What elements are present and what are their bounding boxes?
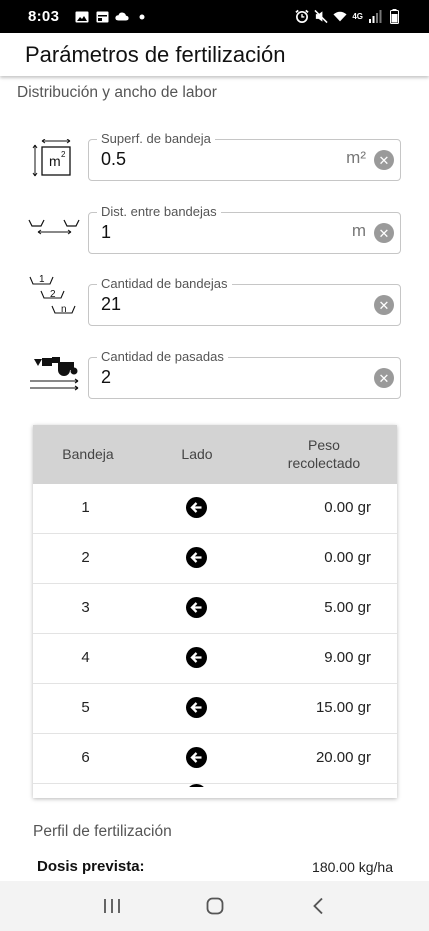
tray-distance-unit: m: [351, 221, 366, 240]
trays-table: Bandeja Lado Peso recolectado 1 0.00 gr …: [33, 425, 397, 798]
left-arrow-icon[interactable]: [186, 547, 207, 568]
table-header: Bandeja Lado Peso recolectado: [33, 425, 397, 484]
passes-label: Cantidad de pasadas: [97, 349, 228, 365]
tray-area-icon: m 2: [28, 138, 82, 181]
row-peso[interactable]: 9.00 gr: [324, 649, 371, 666]
calendar-icon: [95, 10, 109, 24]
network-type-label: 4G: [352, 12, 363, 21]
tray-area-unit: m²: [346, 148, 366, 167]
tractor-passes-icon: [28, 357, 82, 399]
row-peso[interactable]: 0.00 gr: [324, 499, 371, 516]
left-arrow-icon[interactable]: [186, 747, 207, 768]
clear-tray-area-button[interactable]: ✕: [374, 150, 394, 170]
left-arrow-icon: [186, 784, 207, 787]
battery-icon: [387, 9, 401, 24]
wifi-icon: [333, 10, 347, 24]
row-peso[interactable]: 15.00 gr: [316, 699, 371, 716]
table-row[interactable]: 2 0.00 gr: [33, 534, 397, 584]
row-bandeja: 6: [81, 749, 90, 766]
row-bandeja: 5: [81, 699, 90, 716]
gallery-icon: [75, 10, 89, 24]
row-bandeja: 3: [81, 599, 90, 616]
cloud-icon: [115, 10, 129, 24]
status-time: 8:03: [28, 8, 60, 25]
section-title: Distribución y ancho de labor: [17, 84, 217, 101]
tray-count-field[interactable]: Cantidad de bandejas 21 ✕: [88, 276, 401, 326]
signal-icon: [368, 10, 382, 24]
tray-area-icon-text: m: [49, 153, 61, 169]
passes-value[interactable]: 2: [101, 367, 111, 388]
row-bandeja: 1: [81, 499, 90, 516]
tray-count-label: Cantidad de bandejas: [97, 276, 232, 292]
table-row[interactable]: 4 9.00 gr: [33, 634, 397, 684]
back-icon[interactable]: [306, 894, 330, 918]
row-bandeja: 2: [81, 549, 90, 566]
tray-count-icon: 1 2 n: [28, 272, 82, 328]
table-row[interactable]: 3 5.00 gr: [33, 584, 397, 634]
tray-count-label-1: 1: [39, 274, 45, 285]
row-peso[interactable]: 0.00 gr: [324, 549, 371, 566]
system-nav-bar: [0, 881, 429, 931]
header-bandeja: Bandeja: [62, 446, 114, 462]
table-row[interactable]: 6 20.00 gr: [33, 734, 397, 784]
row-peso[interactable]: 20.00 gr: [316, 749, 371, 766]
field-row-tray-count: 1 2 n Cantidad de bandejas 21 ✕: [28, 274, 401, 326]
header-lado: Lado: [181, 446, 213, 462]
tray-count-label-n: n: [61, 304, 67, 315]
dose-label: Dosis prevista:: [37, 858, 145, 875]
home-icon[interactable]: [203, 894, 227, 918]
table-row[interactable]: 5 15.00 gr: [33, 684, 397, 734]
tray-area-field[interactable]: Superf. de bandeja 0.5 m² ✕: [88, 131, 401, 181]
tray-distance-value[interactable]: 1: [101, 222, 111, 243]
tray-area-label: Superf. de bandeja: [97, 131, 215, 147]
tray-count-value[interactable]: 21: [101, 294, 121, 315]
tray-distance-field[interactable]: Dist. entre bandejas 1 m ✕: [88, 204, 401, 254]
notification-dot-icon: [135, 10, 149, 24]
mute-icon: [314, 9, 328, 24]
left-arrow-icon[interactable]: [186, 697, 207, 718]
tray-area-value[interactable]: 0.5: [101, 149, 126, 170]
clear-tray-distance-button[interactable]: ✕: [374, 223, 394, 243]
header-peso: Peso recolectado: [287, 437, 361, 471]
alarm-icon: [295, 9, 309, 24]
clear-passes-button[interactable]: ✕: [374, 368, 394, 388]
row-peso[interactable]: 5.00 gr: [324, 599, 371, 616]
passes-field[interactable]: Cantidad de pasadas 2 ✕: [88, 349, 401, 399]
field-row-tray-distance: Dist. entre bandejas 1 m ✕: [28, 204, 401, 254]
table-row-partial: [33, 784, 397, 798]
left-arrow-icon[interactable]: [186, 597, 207, 618]
table-row[interactable]: 1 0.00 gr: [33, 484, 397, 534]
clear-tray-count-button[interactable]: ✕: [374, 295, 394, 315]
left-arrow-icon[interactable]: [186, 647, 207, 668]
table-body: 1 0.00 gr 2 0.00 gr 3 5.00 gr 4 9.00 gr …: [33, 484, 397, 798]
tray-distance-label: Dist. entre bandejas: [97, 204, 221, 220]
field-row-passes: Cantidad de pasadas 2 ✕: [28, 349, 401, 399]
tray-count-label-2: 2: [50, 289, 56, 300]
row-bandeja: 4: [81, 649, 90, 666]
app-bar: Parámetros de fertilización: [0, 33, 429, 76]
status-bar: 8:03 4G: [0, 0, 429, 33]
field-row-tray-area: m 2 Superf. de bandeja 0.5 m² ✕: [28, 131, 401, 181]
svg-text:2: 2: [61, 150, 66, 159]
left-arrow-icon[interactable]: [186, 497, 207, 518]
tray-distance-icon: [28, 212, 82, 254]
page-title: Parámetros de fertilización: [25, 41, 286, 67]
profile-section-title: Perfil de fertilización: [33, 823, 172, 840]
dose-value: 180.00 kg/ha: [312, 859, 393, 875]
recents-icon[interactable]: [100, 894, 124, 918]
